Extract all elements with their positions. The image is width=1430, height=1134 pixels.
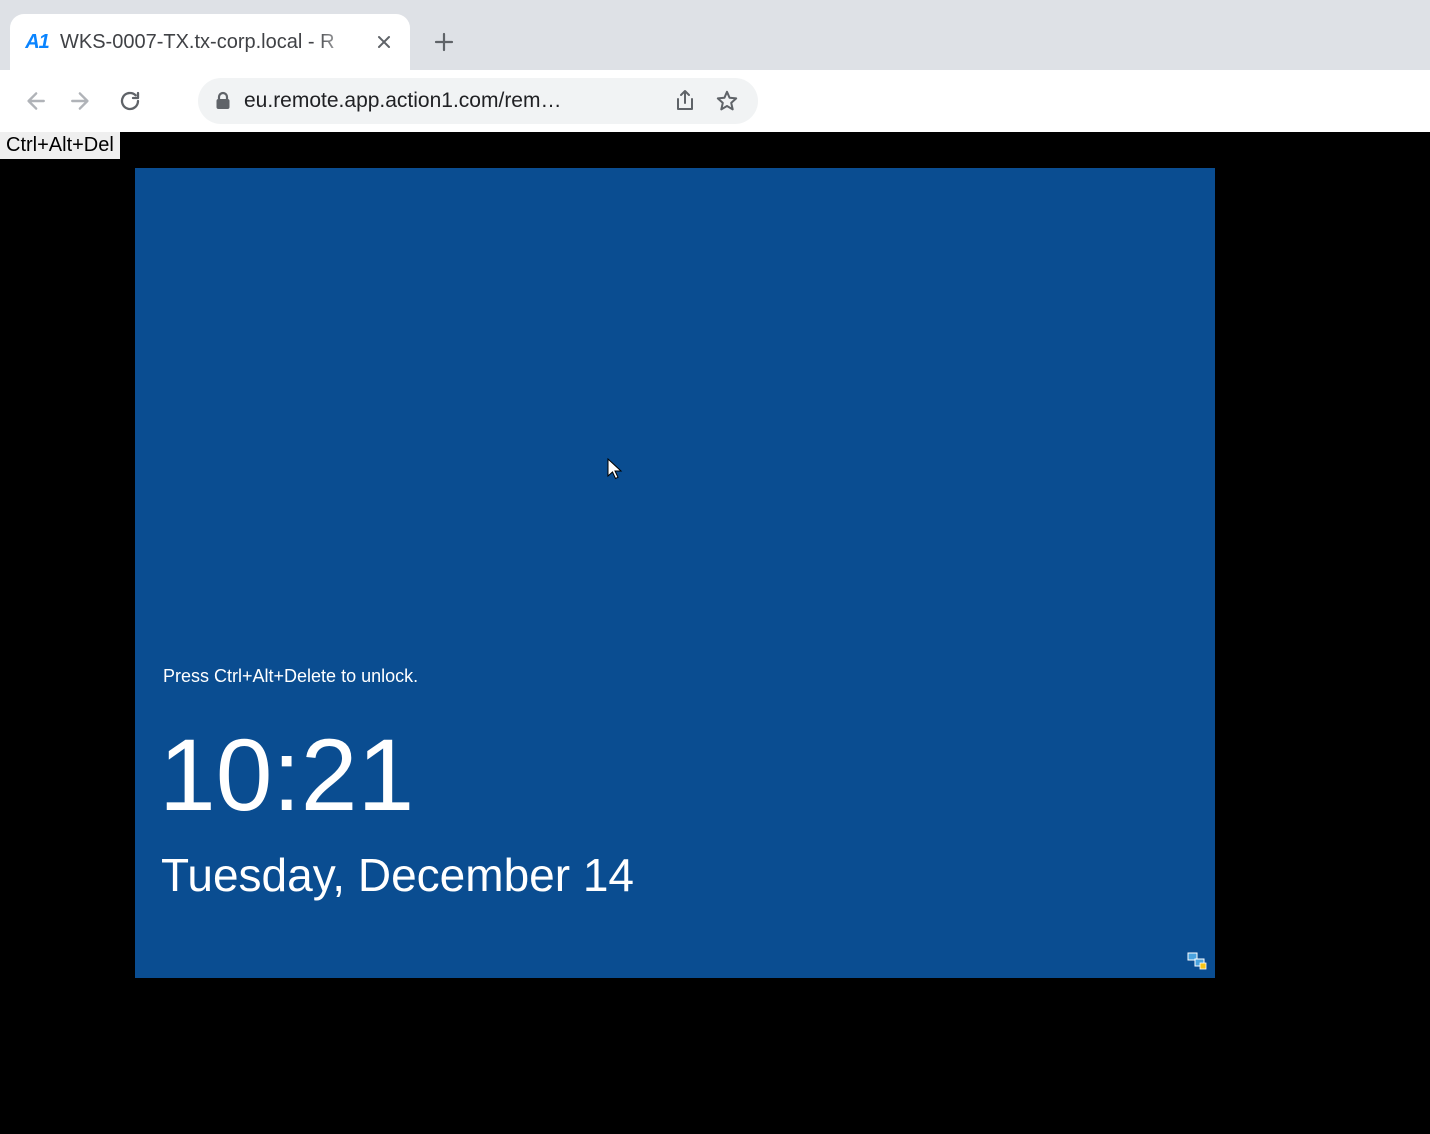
arrow-right-icon	[69, 88, 95, 114]
forward-button[interactable]	[62, 81, 102, 121]
reload-button[interactable]	[110, 81, 150, 121]
close-icon	[376, 34, 392, 50]
ctrl-alt-del-button[interactable]: Ctrl+Alt+Del	[0, 132, 121, 160]
star-icon	[715, 89, 739, 113]
share-button[interactable]	[670, 89, 700, 113]
share-icon	[674, 89, 696, 113]
lockscreen-date: Tuesday, December 14	[161, 848, 634, 902]
lockscreen-time: 10:21	[159, 724, 414, 826]
reload-icon	[118, 89, 142, 113]
lock-icon	[214, 91, 232, 111]
bookmark-button[interactable]	[712, 89, 742, 113]
network-icon	[1187, 952, 1207, 970]
remote-windows-lockscreen[interactable]: Press Ctrl+Alt+Delete to unlock. 10:21 T…	[135, 168, 1215, 978]
tab-title: WKS-0007-TX.tx-corp.local - R	[60, 31, 362, 54]
back-button[interactable]	[14, 81, 54, 121]
new-tab-button[interactable]	[422, 20, 466, 64]
browser-tabbar: A1 WKS-0007-TX.tx-corp.local - R	[0, 0, 1430, 70]
url-text: eu.remote.app.action1.com/rem…	[244, 89, 658, 113]
favicon-action1-icon: A1	[24, 29, 50, 55]
plus-icon	[434, 32, 454, 52]
close-tab-button[interactable]	[372, 30, 396, 54]
mouse-cursor-icon	[607, 458, 623, 480]
address-bar[interactable]: eu.remote.app.action1.com/rem…	[198, 78, 758, 124]
network-tray-icon[interactable]	[1187, 952, 1207, 970]
browser-tab[interactable]: A1 WKS-0007-TX.tx-corp.local - R	[10, 14, 410, 70]
browser-toolbar: eu.remote.app.action1.com/rem…	[0, 70, 1430, 132]
arrow-left-icon	[21, 88, 47, 114]
lockscreen-hint: Press Ctrl+Alt+Delete to unlock.	[163, 666, 418, 687]
remote-session-viewport[interactable]: Ctrl+Alt+Del Press Ctrl+Alt+Delete to un…	[0, 132, 1430, 1134]
